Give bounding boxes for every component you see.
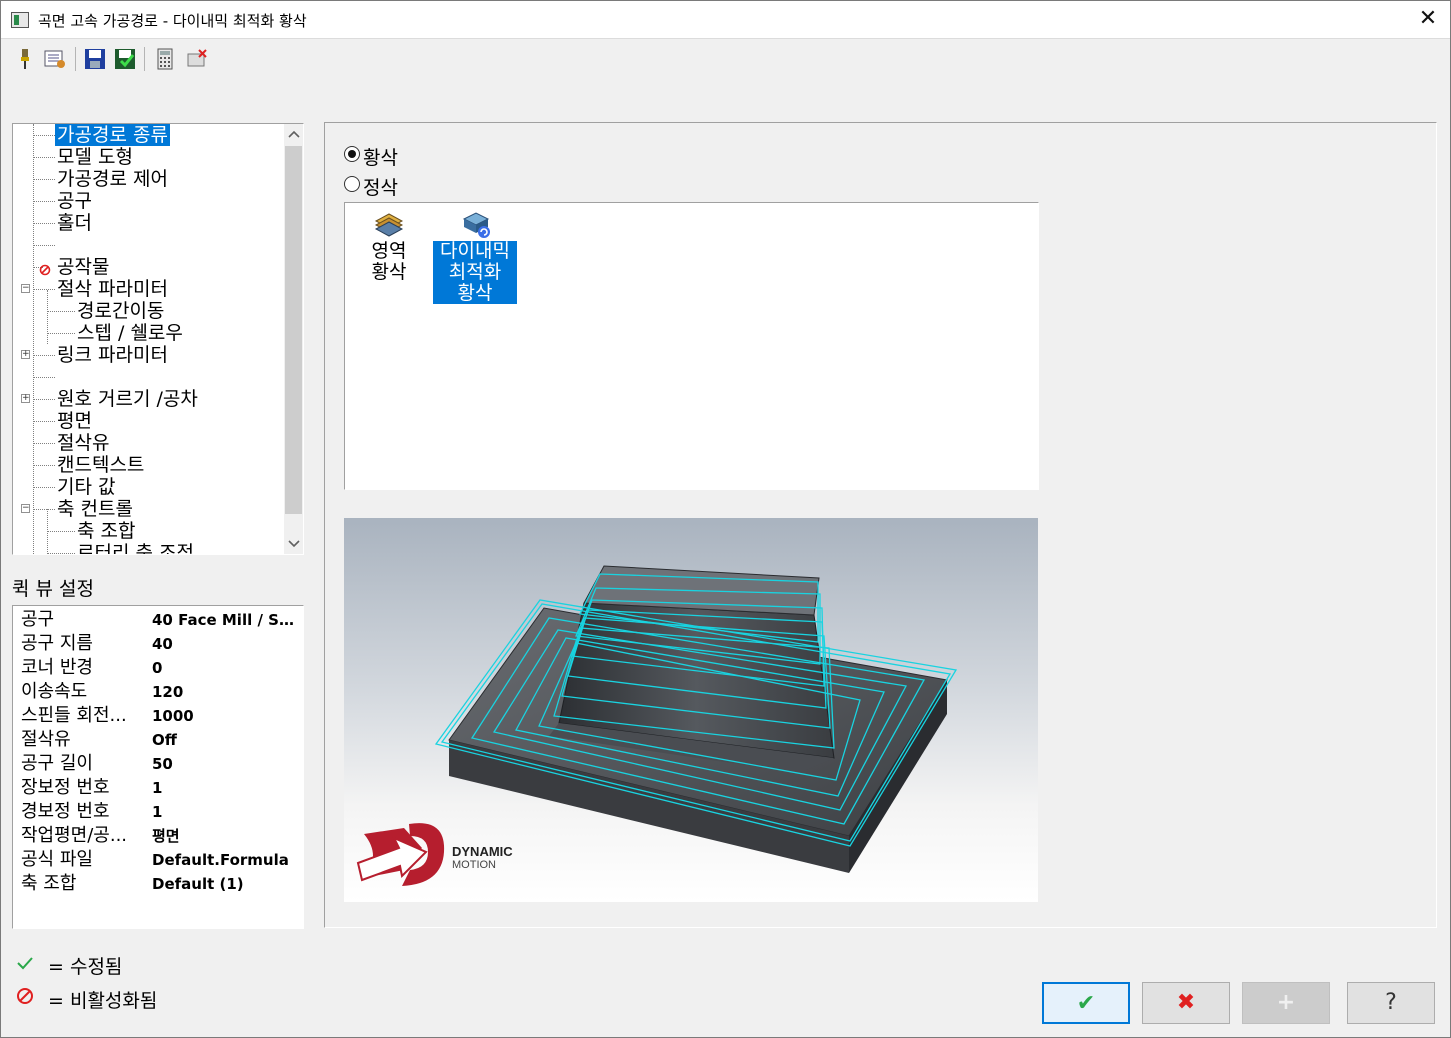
roughing-radio[interactable]: [344, 146, 360, 162]
qv-name: 절삭유: [21, 729, 71, 750]
window-title: 곡면 고속 가공경로 - 다이내믹 최적화 황삭: [38, 12, 307, 30]
view-list-icon[interactable]: [43, 47, 67, 71]
ok-button[interactable]: ✔: [1042, 982, 1130, 1024]
tree-scrollbar[interactable]: [284, 124, 303, 554]
qv-value: 40: [152, 635, 173, 653]
qv-name: 코너 반경: [21, 657, 93, 678]
list-item-label: 황삭: [371, 261, 407, 283]
list-item-label: 최적화: [433, 262, 517, 283]
tree-item-canned-text[interactable]: 캔드텍스트: [57, 454, 144, 476]
tree-item-coolant[interactable]: 절삭유: [57, 432, 109, 454]
qv-value: 40 Face Mill / Sh...: [152, 611, 297, 629]
dialog-window: 곡면 고속 가공경로 - 다이내믹 최적화 황삭 ✕ − + + − 가공경로 …: [0, 0, 1451, 1038]
tree-item-transitions[interactable]: 경로간이동: [77, 300, 164, 322]
qv-name: 경보정 번호: [21, 801, 110, 822]
disabled-legend-icon: [16, 987, 34, 1009]
expander-cut-params[interactable]: −: [21, 284, 30, 293]
scroll-up-icon[interactable]: [284, 124, 303, 144]
roughing-label[interactable]: 황삭: [363, 143, 398, 170]
tree-item-rotary-axis[interactable]: 로터리 축 조정: [77, 542, 194, 554]
scroll-down-icon[interactable]: [284, 534, 303, 554]
tree-item-model-geometry[interactable]: 모델 도형: [57, 146, 133, 168]
tree-item-cut-params[interactable]: 절삭 파라미터: [57, 278, 168, 300]
calculator-icon[interactable]: [153, 47, 177, 71]
qv-value: 120: [152, 683, 184, 701]
qv-name: 공식 파일: [21, 849, 93, 870]
dynamic-roughing-icon: [433, 207, 517, 241]
qv-value: 1: [152, 779, 163, 797]
tree-item-tool[interactable]: 공구: [57, 190, 92, 212]
qv-value: Off: [152, 731, 177, 749]
qv-value: Default (1): [152, 875, 244, 893]
expander-link-params[interactable]: +: [21, 350, 30, 359]
title-bar: 곡면 고속 가공경로 - 다이내믹 최적화 황삭 ✕: [1, 1, 1450, 39]
tree-item-axis-control[interactable]: 축 컨트롤: [57, 498, 133, 520]
tree-item-misc-values[interactable]: 기타 값: [57, 476, 115, 498]
help-button[interactable]: ?: [1347, 982, 1435, 1024]
qv-name: 장보정 번호: [21, 777, 110, 798]
save-icon[interactable]: [83, 47, 107, 71]
tree-item-holder[interactable]: 홀더: [57, 212, 92, 234]
qv-value: 1: [152, 803, 163, 821]
cancel-button[interactable]: ✖: [1142, 982, 1230, 1024]
modified-check-icon: [16, 955, 34, 974]
toolpath-list[interactable]: 영역 황삭 다이내믹 최적화 황삭: [344, 202, 1039, 490]
qv-value: 1000: [152, 707, 194, 725]
qv-name: 이송속도: [21, 681, 88, 702]
qv-value: 0: [152, 659, 163, 677]
quickview-panel: 공구 40 Face Mill / Sh... 공구 지름 40 코너 반경 0…: [12, 605, 304, 929]
quickview-label: 퀵 뷰 설정: [12, 578, 94, 600]
logo-line2: MOTION: [452, 859, 496, 871]
legend-modified: = 수정됨: [48, 956, 123, 978]
add-button[interactable]: +: [1242, 982, 1330, 1024]
qv-value: Default.Formula: [152, 851, 289, 869]
qv-name: 공구: [21, 609, 55, 630]
list-item-dynamic-roughing[interactable]: 다이내믹 최적화 황삭: [433, 207, 517, 304]
tree-item-arc-filter[interactable]: 원호 거르기 /공차: [57, 388, 198, 410]
tree-item-axis-combination[interactable]: 축 조합: [77, 520, 135, 542]
app-icon: [11, 12, 29, 28]
list-item-area-roughing[interactable]: 영역 황삭: [363, 207, 415, 283]
tree-item-link-params[interactable]: 링크 파라미터: [57, 344, 168, 366]
qv-name: 스핀들 회전...: [21, 705, 127, 726]
tree-item-stock[interactable]: 공작물: [57, 256, 109, 278]
qv-name: 공구 지름: [21, 633, 93, 654]
tree-item-toolpath-type[interactable]: 가공경로 종류: [55, 124, 170, 146]
qv-value: 평면: [152, 827, 180, 845]
tree-item-toolpath-control[interactable]: 가공경로 제어: [57, 168, 168, 190]
area-roughing-icon: [363, 207, 415, 241]
qv-name: 공구 길이: [21, 753, 93, 774]
qv-name: 작업평면/공...: [21, 825, 128, 846]
toolbar: [1, 39, 1450, 81]
disabled-icon: [39, 261, 51, 280]
toolpath-preview-image: DYNAMIC MOTION: [344, 518, 1038, 902]
scroll-thumb[interactable]: [285, 146, 302, 514]
close-button[interactable]: ✕: [1405, 1, 1451, 38]
list-item-label: 영역: [371, 240, 407, 262]
logo-line1: DYNAMIC: [452, 844, 513, 859]
finishing-radio[interactable]: [344, 176, 360, 192]
tree-item-planes[interactable]: 평면: [57, 410, 92, 432]
finishing-label[interactable]: 정삭: [363, 173, 398, 200]
parameter-tree[interactable]: − + + − 가공경로 종류 모델 도형 가공경로 제어 공구 홀더 공작물 …: [12, 123, 304, 555]
tool-torch-icon[interactable]: [13, 47, 37, 71]
qv-value: 50: [152, 755, 173, 773]
list-item-label: 다이내믹: [433, 241, 517, 262]
tree-item-steep-shallow[interactable]: 스텝 / 쉘로우: [77, 322, 183, 344]
expander-arc-filter[interactable]: +: [21, 394, 30, 403]
legend-disabled: = 비활성화됨: [48, 990, 158, 1012]
save-green-icon[interactable]: [113, 47, 137, 71]
disable-icon[interactable]: [185, 47, 209, 71]
expander-axis-control[interactable]: −: [21, 504, 30, 513]
qv-name: 축 조합: [21, 873, 77, 894]
list-item-label: 황삭: [433, 283, 517, 304]
